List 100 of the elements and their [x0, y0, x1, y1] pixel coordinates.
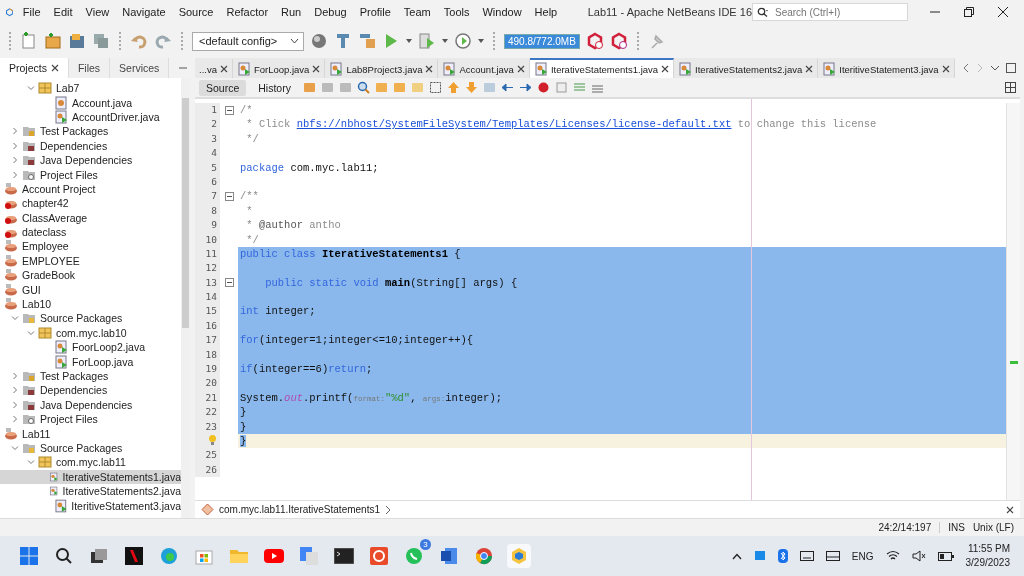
bluetooth-icon[interactable] — [777, 549, 788, 563]
caret-icon[interactable] — [442, 39, 448, 43]
editor-tab[interactable]: IterativeStatements1.java — [529, 58, 675, 78]
tree-item[interactable]: Project Files — [0, 167, 181, 182]
tree-item[interactable]: IterativeStatements1.java — [0, 469, 181, 484]
debug-icon[interactable] — [418, 32, 436, 50]
panel-tab[interactable]: Projects — [0, 58, 69, 78]
arrow-down-icon[interactable] — [464, 81, 478, 94]
keyboard-icon[interactable] — [799, 551, 814, 561]
globe-icon[interactable] — [310, 32, 328, 50]
scrollbar[interactable] — [181, 78, 190, 518]
search-field[interactable]: Search (Ctrl+I) — [773, 5, 903, 19]
tree-item[interactable]: Employee — [0, 239, 181, 254]
tree-item[interactable]: Source Packages — [0, 440, 181, 456]
tree-item[interactable]: chapter42 — [0, 196, 181, 211]
wifi-icon[interactable] — [885, 550, 900, 562]
maximize-icon[interactable] — [1006, 63, 1016, 73]
editor-tab[interactable]: IterativeStatements2.java — [674, 58, 819, 78]
menu-item[interactable]: Run — [274, 6, 308, 18]
tree-item[interactable]: com.myc.lab10 — [0, 325, 181, 341]
tree-item[interactable]: EMPLOYEE — [0, 253, 181, 269]
tree-item[interactable]: GradeBook — [0, 268, 181, 283]
tree-item[interactable]: Account Project — [0, 181, 181, 197]
ide-cube-icon[interactable] — [507, 544, 531, 568]
battery-icon[interactable] — [937, 551, 954, 561]
chevron-right-icon[interactable] — [385, 504, 392, 515]
editor-tab[interactable]: Lab8Project3.java — [325, 58, 439, 78]
fold-toggle-icon[interactable] — [224, 278, 234, 288]
tree-item[interactable]: Java Dependencies — [0, 152, 181, 168]
close-icon[interactable] — [805, 65, 814, 73]
search-box[interactable]: Search (Ctrl+I) — [752, 3, 908, 21]
view-tab[interactable]: History — [251, 79, 298, 96]
chevron-left-icon[interactable] — [962, 63, 970, 73]
tree-item[interactable]: Lab11 — [0, 426, 181, 441]
tree-item[interactable]: Project Files — [0, 412, 181, 427]
close-icon[interactable] — [50, 64, 59, 72]
menu-item[interactable]: Window — [475, 6, 529, 18]
menu-item[interactable]: File — [16, 6, 48, 18]
tree-item[interactable]: Test Packages — [0, 368, 181, 384]
caret-icon[interactable] — [478, 39, 484, 43]
tree-item[interactable]: IterativeStatements2.java — [0, 483, 181, 499]
lightbulb-icon[interactable] — [208, 434, 217, 446]
chevron-up-icon[interactable] — [731, 552, 742, 560]
shift-right-icon[interactable] — [518, 81, 532, 94]
menu-item[interactable]: Navigate — [115, 6, 173, 18]
tree-item[interactable]: AccountDriver.java — [0, 109, 181, 125]
input-language[interactable]: ENG — [851, 550, 874, 562]
fold-toggle-icon[interactable] — [224, 192, 234, 202]
menu-item[interactable]: Tools — [437, 6, 476, 18]
start-icon[interactable] — [17, 544, 41, 568]
menu-item[interactable]: Help — [528, 6, 564, 18]
new-file-icon[interactable] — [20, 32, 38, 50]
tree-item[interactable]: Lab10 — [0, 296, 181, 312]
tree-item[interactable]: Source Packages — [0, 311, 181, 326]
memory-meter[interactable]: 490.8/772.0MB — [504, 33, 580, 49]
menu-item[interactable]: Profile — [353, 6, 398, 18]
search-icon[interactable] — [757, 7, 769, 17]
tree-item[interactable]: ForLoop.java — [0, 354, 181, 369]
find-icon[interactable] — [356, 81, 370, 94]
menu-item[interactable]: Debug — [307, 6, 354, 18]
tree-item[interactable]: ClassAverage — [0, 210, 181, 225]
chevron-down-icon[interactable] — [990, 64, 1000, 72]
caret-icon[interactable] — [406, 39, 412, 43]
tree-item[interactable]: Java Dependencies — [0, 397, 181, 412]
open-project-icon[interactable] — [68, 32, 86, 50]
tree-item[interactable]: FoorLoop2.java — [0, 340, 181, 355]
tree-item[interactable]: IteritiveStatement3.java — [0, 498, 181, 513]
shift-left-icon[interactable] — [500, 81, 514, 94]
record-icon[interactable] — [536, 81, 550, 94]
close-icon[interactable] — [661, 65, 670, 73]
close-icon[interactable] — [1006, 505, 1014, 514]
translate-tile-icon[interactable] — [297, 544, 321, 568]
gear-tile-icon[interactable] — [367, 544, 391, 568]
select-rectangle-icon[interactable] — [428, 81, 442, 94]
tree-item[interactable]: Lab7 — [0, 81, 181, 96]
display-icon[interactable] — [825, 551, 840, 561]
tree-item[interactable]: com.myc.lab11 — [0, 455, 181, 470]
menu-item[interactable]: Edit — [47, 6, 80, 18]
new-project-icon[interactable] — [44, 32, 62, 50]
editor-tab[interactable]: ...va — [195, 58, 233, 78]
streaming-tile-icon[interactable] — [122, 544, 146, 568]
editor-tab[interactable]: IteritiveStatement3.java — [818, 58, 955, 78]
split-view-icon[interactable] — [1005, 82, 1016, 93]
menu-item[interactable]: Team — [397, 6, 438, 18]
close-icon[interactable] — [219, 65, 228, 73]
menu-item[interactable]: Source — [172, 6, 220, 18]
tree-item[interactable]: dateclass — [0, 224, 181, 240]
editor-tab[interactable]: ForLoop.java — [232, 58, 326, 78]
close-icon[interactable] — [998, 7, 1008, 17]
view-tab[interactable]: Source — [199, 79, 247, 96]
menu-item[interactable]: Refactor — [220, 6, 275, 18]
restore-icon[interactable] — [964, 7, 974, 17]
speaker-muted-icon[interactable] — [911, 550, 926, 562]
tree-item[interactable]: Test Packages — [0, 124, 181, 139]
config-dropdown[interactable]: <default config> — [192, 31, 304, 51]
tree-item[interactable]: Dependencies — [0, 138, 181, 153]
fold-toggle-icon[interactable] — [224, 105, 234, 115]
tree-item[interactable]: Account.java — [0, 95, 181, 110]
tray-app-icon[interactable] — [753, 550, 766, 562]
tree-item[interactable]: GUI — [0, 282, 181, 297]
